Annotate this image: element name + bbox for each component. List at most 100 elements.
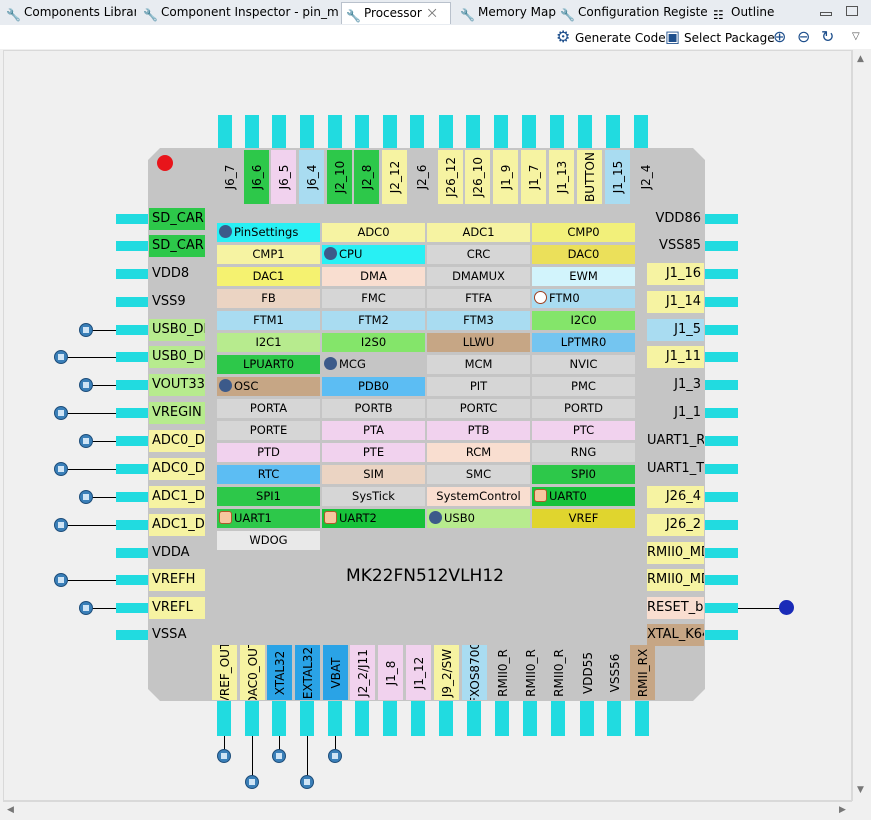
pin-stub[interactable] [116,408,148,418]
connection-icon[interactable] [79,323,93,337]
component-lpuart0[interactable]: LPUART0 [217,355,320,374]
bottom-pin-label[interactable]: VBAT [323,645,348,700]
component-osc[interactable]: OSC [217,377,320,396]
component-spi1[interactable]: SPI1 [217,487,320,506]
component-pmc[interactable]: PMC [532,377,635,396]
component-llwu[interactable]: LLWU [427,333,530,352]
component-portb[interactable]: PORTB [322,399,425,418]
pin-stub[interactable] [116,520,148,530]
pin-stub[interactable] [355,115,369,148]
pin-stub[interactable] [116,575,148,585]
pin-stub[interactable] [705,492,738,502]
left-pin-label[interactable]: VSSA [149,624,205,646]
connection-icon[interactable] [217,749,231,763]
left-pin-label[interactable]: VDDA [149,542,205,564]
pin-stub[interactable] [578,115,592,148]
tab-components-library[interactable]: 🔧 Components Library [2,2,136,24]
component-ptc[interactable]: PTC [532,421,635,440]
generate-code-button[interactable]: Generate Code [575,29,666,47]
connection-icon[interactable] [328,749,342,763]
right-pin-label[interactable]: J1_5 [647,319,704,341]
pin-stub[interactable] [272,701,286,736]
pin-stub[interactable] [551,701,565,736]
component-pit[interactable]: PIT [427,377,530,396]
pin-stub[interactable] [634,115,648,148]
right-pin-label[interactable]: VDD86 [647,208,704,230]
top-pin-label[interactable]: J26_12 [438,150,463,204]
pin-stub[interactable] [523,701,537,736]
component-dac0[interactable]: DAC0 [532,245,635,264]
top-pin-label[interactable]: J1_13 [549,150,574,204]
minimize-icon[interactable] [820,12,832,16]
pin-stub[interactable] [116,630,148,640]
pin-stub[interactable] [705,575,738,585]
right-pin-label[interactable]: J1_14 [647,291,704,313]
component-adc1[interactable]: ADC1 [427,223,530,242]
component-adc0[interactable]: ADC0 [322,223,425,242]
top-pin-label[interactable]: J6_6 [244,150,269,204]
connection-icon[interactable] [79,490,93,504]
bottom-pin-label[interactable]: J1_12 [406,645,431,700]
left-pin-label[interactable]: VSS9 [149,291,205,313]
component-uart0[interactable]: UART0 [532,487,635,506]
left-pin-label[interactable]: VREFL [149,597,205,619]
pin-stub[interactable] [522,115,536,148]
top-pin-label[interactable]: BUTTON [577,150,602,204]
component-uart1[interactable]: UART1 [217,509,320,528]
top-pin-label[interactable]: J1_7 [521,150,546,204]
top-pin-label[interactable]: J2_12 [382,150,407,204]
top-pin-label[interactable]: J2_10 [327,150,352,204]
horizontal-scrollbar[interactable]: ◀ ▶ [3,801,852,819]
component-dac1[interactable]: DAC1 [217,267,320,286]
right-pin-label[interactable]: J26_2 [647,514,704,536]
right-pin-label[interactable]: XTAL_K64 [647,624,704,646]
pin-stub[interactable] [705,380,738,390]
top-pin-label[interactable]: J6_4 [299,150,324,204]
component-uart2[interactable]: UART2 [322,509,425,528]
pin-stub[interactable] [245,701,259,736]
connection-icon[interactable] [54,406,68,420]
component-porte[interactable]: PORTE [217,421,320,440]
pin-stub[interactable] [580,701,594,736]
bottom-pin-label[interactable]: J1_8 [378,645,403,700]
pin-stub[interactable] [606,115,620,148]
component-pte[interactable]: PTE [322,443,425,462]
pin-stub[interactable] [705,297,738,307]
component-fmc[interactable]: FMC [322,289,425,308]
component-i2s0[interactable]: I2S0 [322,333,425,352]
pin-stub[interactable] [116,325,148,335]
tab-outline[interactable]: ☷ Outline [709,2,777,24]
component-dma[interactable]: DMA [322,267,425,286]
left-pin-label[interactable]: ADC1_DM [149,514,205,536]
pin-stub[interactable] [705,352,738,362]
bottom-pin-label[interactable]: XTAL32 [267,645,292,700]
pin-stub[interactable] [467,701,481,736]
refresh-icon[interactable]: ↻ [821,29,834,45]
right-pin-label[interactable]: RMII0_MDC [647,569,704,591]
component-pdb0[interactable]: PDB0 [322,377,425,396]
pin-stub[interactable] [383,701,397,736]
component-pta[interactable]: PTA [322,421,425,440]
right-pin-label[interactable]: J26_4 [647,486,704,508]
tab-configuration-registers[interactable]: 🔧 Configuration Registers [556,2,708,24]
right-pin-label[interactable]: J1_3 [647,374,704,396]
left-pin-label[interactable]: VDD8 [149,263,205,285]
right-pin-label[interactable]: J1_1 [647,402,704,424]
component-rcm[interactable]: RCM [427,443,530,462]
pin-stub[interactable] [705,520,738,530]
view-menu-icon[interactable]: ▽ [852,29,860,45]
pin-stub[interactable] [705,269,738,279]
connection-icon[interactable] [54,350,68,364]
pin-stub[interactable] [705,464,738,474]
top-pin-label[interactable]: J26_10 [465,150,490,204]
tab-component-inspector[interactable]: 🔧 Component Inspector - pin_mux [139,2,339,24]
component-i2c1[interactable]: I2C1 [217,333,320,352]
pin-stub[interactable] [245,115,259,148]
connection-icon[interactable] [300,775,314,789]
left-pin-label[interactable]: SD_CARD [149,208,205,230]
select-package-button[interactable]: Select Package [684,29,775,47]
bottom-pin-label[interactable]: RMII0_R [490,645,515,700]
component-smc[interactable]: SMC [427,465,530,484]
pin-stub[interactable] [328,115,342,148]
left-pin-label[interactable]: SD_CARD [149,235,205,257]
